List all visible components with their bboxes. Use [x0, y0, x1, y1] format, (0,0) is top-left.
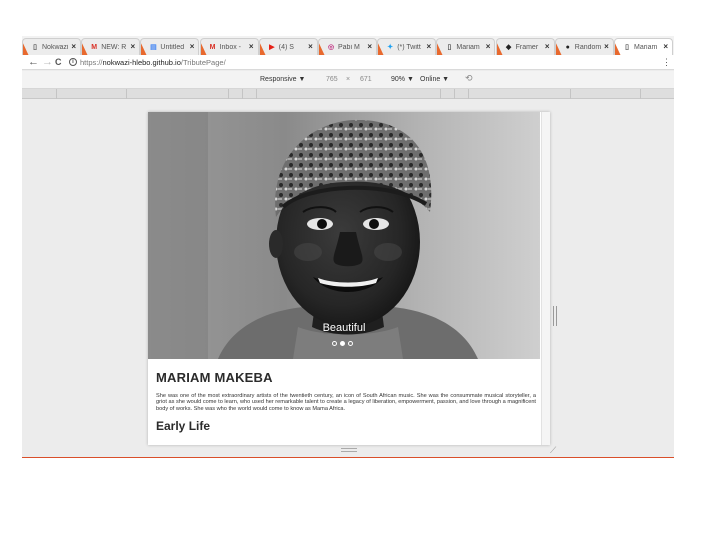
- browser-tab[interactable]: ▯ Nokwazi ×: [22, 38, 81, 55]
- viewport-resize-handle-bottom[interactable]: [341, 448, 357, 452]
- instagram-icon: ◎: [327, 44, 335, 51]
- tab-label: Framer: [515, 43, 539, 51]
- tab-label: Nokwazi: [42, 43, 69, 51]
- viewport-height-input[interactable]: 671: [360, 75, 372, 84]
- tab-label: Random: [574, 43, 602, 51]
- tab-close-icon[interactable]: ×: [367, 42, 372, 51]
- tab-close-icon[interactable]: ×: [545, 42, 550, 51]
- tab-label: Mariam: [456, 43, 480, 51]
- tab-separator: [319, 39, 325, 55]
- browser-tab[interactable]: ● Random ×: [554, 38, 614, 55]
- reload-button[interactable]: C: [55, 56, 62, 68]
- browser-window: ▯ Nokwazi × M NEW: R × ▤ Untitled × M Inbox - × ▶ (4)…: [22, 36, 674, 458]
- browser-tab[interactable]: ▶ (4) S ×: [258, 38, 318, 55]
- browser-tab[interactable]: ▯ Mariam ×: [614, 38, 673, 55]
- twitter-icon: ✦: [387, 44, 394, 51]
- zoom-select[interactable]: 90% ▼: [391, 75, 414, 84]
- carousel-indicators: [332, 341, 353, 346]
- tab-separator: [437, 39, 444, 55]
- info-icon[interactable]: i: [69, 58, 77, 66]
- tab-close-icon[interactable]: ×: [71, 42, 76, 51]
- page-icon: ▯: [447, 44, 452, 51]
- gmail-icon: M: [91, 43, 98, 51]
- dimension-times: ×: [346, 76, 351, 83]
- browser-tab[interactable]: M Inbox - ×: [199, 38, 259, 55]
- photo-carousel[interactable]: Beautiful: [148, 112, 540, 359]
- network-throttle-select[interactable]: Online ▼: [420, 75, 449, 84]
- framer-icon: ◆: [505, 44, 512, 51]
- rotate-icon[interactable]: ⟲: [465, 74, 473, 83]
- tab-label: Pabi M: [338, 43, 360, 51]
- screen: ▯ Nokwazi × M NEW: R × ▤ Untitled × M Inbox - × ▶ (4)…: [0, 0, 720, 540]
- tab-separator: [141, 39, 148, 55]
- youtube-icon: ▶: [269, 44, 275, 51]
- emulated-viewport: Beautiful MARIAM MAKEBA She was one of t…: [148, 112, 550, 445]
- tab-separator: [23, 39, 29, 55]
- tab-separator: [200, 39, 207, 55]
- device-select[interactable]: Responsive ▼: [260, 75, 305, 84]
- tab-separator: [378, 39, 385, 55]
- browser-tab[interactable]: M NEW: R ×: [81, 38, 141, 55]
- window-bottom-edge: [22, 457, 674, 458]
- carousel-caption: Beautiful: [322, 322, 366, 334]
- browser-tab[interactable]: ◎ Pabi M ×: [318, 38, 377, 55]
- page-icon: ▯: [33, 44, 37, 51]
- tab-close-icon[interactable]: ×: [604, 42, 609, 51]
- carousel-dot[interactable]: [332, 341, 337, 346]
- tab-label: Mariam: [634, 43, 658, 51]
- tab-close-icon[interactable]: ×: [427, 42, 432, 51]
- gmail-icon: M: [209, 43, 216, 51]
- device-emulation-area: Beautiful MARIAM MAKEBA She was one of t…: [22, 99, 674, 458]
- url-path: /TributePage/: [180, 58, 226, 67]
- tab-label: Inbox -: [219, 43, 241, 51]
- tab-separator: [82, 39, 89, 55]
- tab-separator: [555, 39, 562, 55]
- viewport-width-input[interactable]: 765: [326, 75, 338, 84]
- tab-close-icon[interactable]: ×: [486, 42, 491, 51]
- page-title: MARIAM MAKEBA: [156, 370, 273, 385]
- browser-tab[interactable]: ▯ Mariam ×: [436, 38, 496, 55]
- tab-label: (*) Twitt: [397, 43, 421, 51]
- page-content: MARIAM MAKEBA She was one of the most ex…: [156, 370, 536, 433]
- browser-toolbar: ← → C i https://nokwazi-hlebo.github.io/…: [22, 55, 674, 70]
- device-toolbar: Responsive ▼ 765 × 671 90% ▼ Online ▼ ⟲: [22, 71, 674, 89]
- media-query-ruler[interactable]: [22, 89, 674, 99]
- tab-separator: [496, 39, 503, 55]
- tab-label: (4) S: [278, 43, 294, 51]
- bio-paragraph: She was one of the most extraordinary ar…: [156, 393, 536, 412]
- url-prefix: https://: [80, 58, 103, 67]
- tab-strip: ▯ Nokwazi × M NEW: R × ▤ Untitled × M Inbox - × ▶ (4)…: [22, 36, 674, 55]
- browser-menu-icon[interactable]: ⋮: [662, 56, 671, 68]
- carousel-dot[interactable]: [340, 341, 345, 346]
- viewport-resize-handle-right[interactable]: [553, 306, 557, 326]
- tab-label: Untitled: [160, 43, 185, 51]
- tab-close-icon[interactable]: ×: [131, 42, 136, 51]
- page-icon: ▯: [625, 44, 629, 51]
- random-icon: ●: [565, 43, 570, 51]
- url-host: nokwazi-hlebo.github.io: [102, 58, 181, 67]
- tab-close-icon[interactable]: ×: [308, 42, 313, 51]
- forms-icon: ▤: [150, 44, 157, 51]
- tab-close-icon[interactable]: ×: [249, 42, 254, 51]
- browser-tab[interactable]: ◆ Framer ×: [495, 38, 555, 55]
- address-bar[interactable]: https://nokwazi-hlebo.github.io/TributeP…: [80, 57, 226, 68]
- page-scrollbar[interactable]: [541, 112, 550, 445]
- tab-close-icon[interactable]: ×: [663, 42, 668, 51]
- tab-close-icon[interactable]: ×: [190, 42, 195, 51]
- tab-separator: [615, 39, 621, 55]
- browser-tab[interactable]: ▤ Untitled ×: [140, 38, 200, 55]
- back-button[interactable]: ←: [28, 56, 39, 68]
- tab-separator: [259, 39, 266, 55]
- section-heading: Early Life: [156, 419, 211, 434]
- forward-button[interactable]: →: [42, 56, 53, 68]
- viewport-resize-corner[interactable]: ⟋: [550, 445, 556, 456]
- browser-tab[interactable]: ✦ (*) Twitt ×: [377, 38, 437, 55]
- tab-label: NEW: R: [101, 43, 127, 51]
- carousel-dot[interactable]: [348, 341, 353, 346]
